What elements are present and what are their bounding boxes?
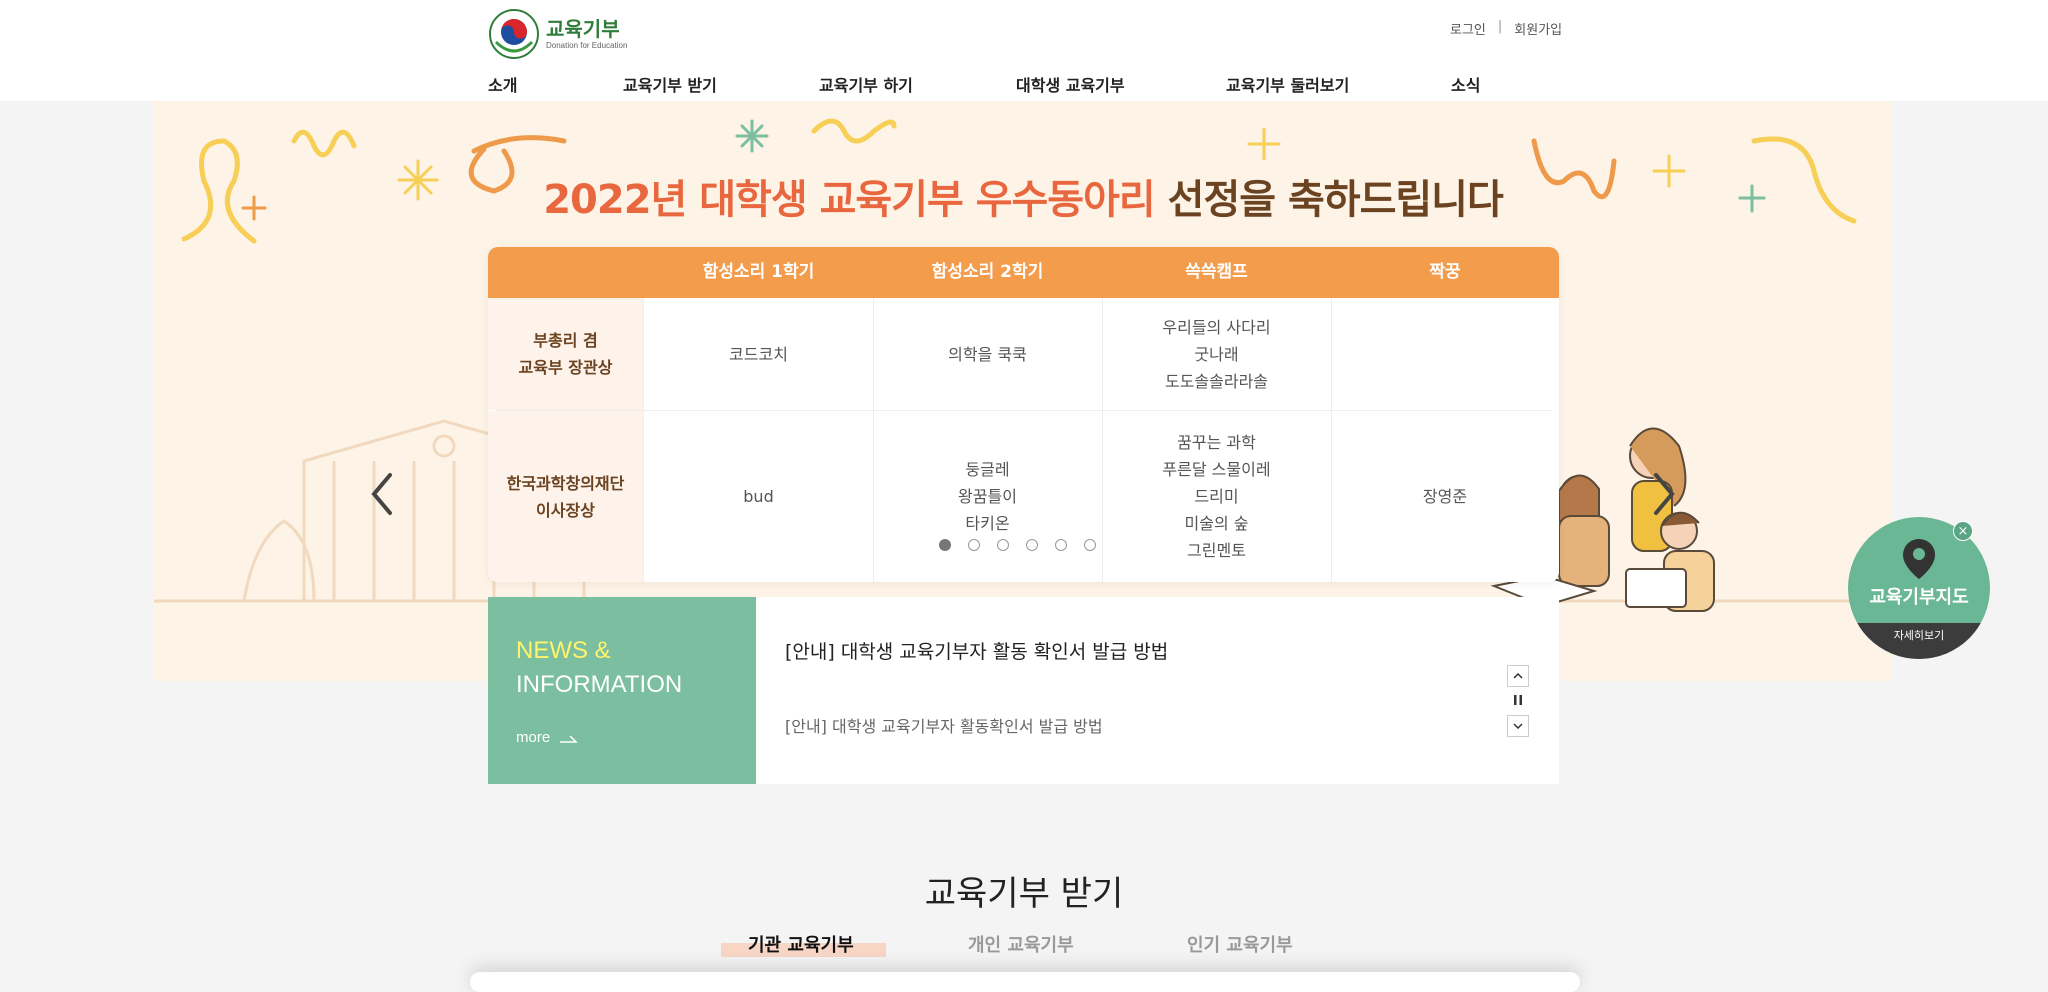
column-header: 함성소리 1학기	[702, 262, 815, 282]
tab-institution[interactable]: 기관 교육기부	[748, 931, 854, 957]
news-pause-button[interactable]	[1507, 689, 1529, 711]
nav-item-receive[interactable]: 교육기부 받기	[623, 72, 717, 96]
pause-icon	[1514, 695, 1522, 705]
close-icon[interactable]: ×	[1953, 521, 1973, 541]
utility-links: 로그인 | 회원가입	[1450, 19, 1562, 38]
nav-item-university[interactable]: 대학생 교육기부	[1016, 72, 1125, 96]
logo-subtitle: Donation for Education	[546, 41, 628, 50]
nav-item-intro[interactable]: 소개	[488, 72, 517, 96]
news-label-panel: NEWS & INFORMATION more	[488, 597, 756, 784]
slider-dot[interactable]	[1026, 539, 1038, 551]
chevron-up-icon	[1513, 673, 1523, 679]
logo-title: 교육기부	[546, 17, 620, 41]
news-item[interactable]: [안내] 대학생 교육기부자 활동확인서 발급 방법	[785, 713, 1103, 737]
tab-content-panel	[470, 972, 1580, 992]
government-emblem-icon	[489, 9, 539, 59]
row-label-minister: 부총리 겸 교육부 장관상	[488, 298, 643, 410]
column-header: 짝꿍	[1429, 262, 1461, 282]
slider-dot[interactable]	[997, 539, 1009, 551]
table-cell: 둥글레 왕꿈틀이 타키온	[958, 460, 1017, 533]
location-pin-icon	[1903, 539, 1935, 579]
slider-pagination	[939, 539, 1096, 551]
award-table-header: 함성소리 1학기 함성소리 2학기 쓱쓱캠프 짝꿍	[488, 247, 1559, 298]
table-cell: 의학을 쿡쿡	[948, 344, 1027, 364]
nav-item-news[interactable]: 소식	[1451, 72, 1480, 96]
slider-dot[interactable]	[968, 539, 980, 551]
table-cell: 꿈꾸는 과학 푸른달 스물이레 드리미 미술의 숲 그린멘토	[1162, 433, 1271, 560]
headline-highlight: 2022년 대학생 교육기부 우수동아리	[543, 177, 1156, 223]
arrow-right-icon	[560, 734, 578, 743]
nav-item-give[interactable]: 교육기부 하기	[819, 72, 913, 96]
util-separator: |	[1497, 19, 1503, 34]
slider-dot[interactable]	[939, 539, 951, 551]
table-cell: 코드코치	[729, 344, 788, 364]
news-title-line2: INFORMATION	[516, 671, 683, 698]
site-header: 교육기부 Donation for Education 로그인 | 회원가입 소…	[0, 0, 2048, 101]
news-next-button[interactable]	[1507, 715, 1529, 737]
slider-dot[interactable]	[1055, 539, 1067, 551]
column-header: 함성소리 2학기	[931, 262, 1044, 282]
news-title-line1: NEWS &	[516, 637, 611, 664]
news-prev-button[interactable]	[1507, 665, 1529, 687]
prev-slide-arrow-icon[interactable]	[368, 469, 398, 519]
award-table: 함성소리 1학기 함성소리 2학기 쓱쓱캠프 짝꿍 부총리 겸 교육부 장관상 …	[488, 247, 1559, 582]
news-more-label: more	[516, 729, 551, 746]
table-cell: 장영준	[1422, 487, 1468, 506]
news-item[interactable]: [안내] 대학생 교육기부자 활동 확인서 발급 방법	[785, 637, 1168, 664]
signup-link[interactable]: 회원가입	[1514, 19, 1562, 38]
news-section: NEWS & INFORMATION more [안내] 대학생 교육기부자 활…	[488, 597, 1559, 784]
main-navigation: 소개 교육기부 받기 교육기부 하기 대학생 교육기부 교육기부 둘러보기 소식	[0, 72, 2048, 96]
news-more-link[interactable]: more	[516, 729, 578, 746]
tab-individual[interactable]: 개인 교육기부	[968, 931, 1074, 957]
slider-dot[interactable]	[1084, 539, 1096, 551]
next-slide-arrow-icon[interactable]	[1648, 469, 1678, 519]
banner-headline: 2022년 대학생 교육기부 우수동아리 선정을 축하드립니다	[154, 167, 1892, 225]
site-logo[interactable]: 교육기부 Donation for Education	[488, 8, 627, 60]
table-cell	[1331, 298, 1559, 410]
table-cell: 우리들의 사다리 굿나래 도도솔솔라라솔	[1162, 317, 1271, 391]
column-header: 쓱쓱캠프	[1185, 262, 1248, 282]
table-cell: bud	[743, 487, 774, 506]
chevron-down-icon	[1513, 723, 1523, 729]
login-link[interactable]: 로그인	[1450, 19, 1486, 38]
map-badge-more[interactable]: 자세히보기	[1848, 623, 1990, 659]
tab-popular[interactable]: 인기 교육기부	[1187, 931, 1293, 957]
headline-rest: 선정을 축하드립니다	[1154, 177, 1504, 223]
nav-item-browse[interactable]: 교육기부 둘러보기	[1226, 72, 1349, 96]
row-label-foundation: 한국과학창의재단 이사장상	[488, 411, 643, 582]
section-title: 교육기부 받기	[924, 874, 1124, 914]
map-badge-title: 교육기부지도	[1869, 587, 1969, 608]
